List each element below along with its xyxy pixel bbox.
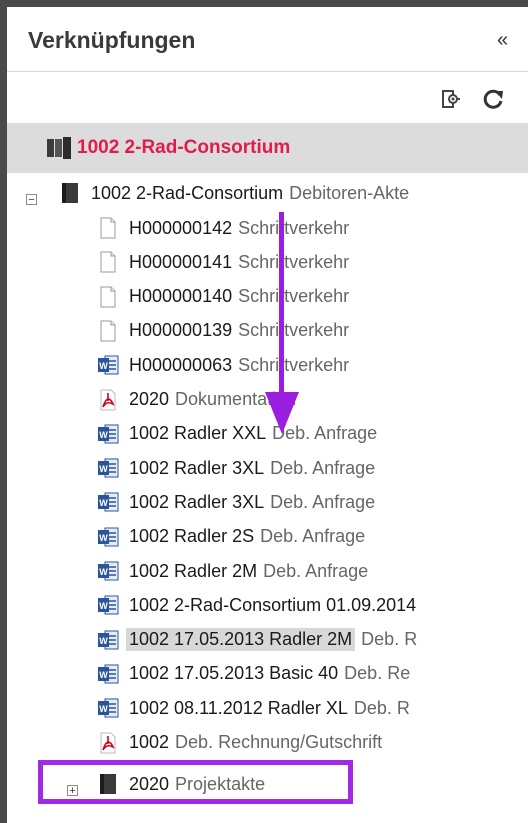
word-icon: W <box>98 527 119 547</box>
item-number: H000000139 <box>129 320 233 341</box>
item-number: H000000141 <box>129 251 233 272</box>
collapse-toggle[interactable]: − <box>26 194 37 206</box>
document-icon <box>100 251 116 273</box>
item-number: H000000140 <box>129 286 233 307</box>
root-node-bar[interactable]: 1002 2-Rad-Consortium <box>7 123 528 173</box>
item-number: 1002 17.05.2013 Radler 2M <box>129 629 353 650</box>
tree-item[interactable]: H000000141 Schriftverkehr <box>97 248 349 276</box>
tree-item[interactable]: W 1002 17.05.2013 Basic 40 Deb. Re <box>97 660 410 688</box>
svg-text:W: W <box>99 533 108 543</box>
word-icon: W <box>98 664 119 684</box>
item-type: Schriftverkehr <box>238 354 350 375</box>
tree-item[interactable]: W 1002 2-Rad-Consortium 01.09.2014 <box>97 591 422 619</box>
item-type: Deb. Anfrage <box>270 491 376 512</box>
svg-text:W: W <box>99 498 108 508</box>
svg-text:W: W <box>99 636 108 646</box>
tree-node-debitoren-akte[interactable]: 1002 2-Rad-Consortium Debitoren-Akte <box>59 179 409 207</box>
pdf-icon <box>100 732 116 753</box>
binder-icon <box>62 183 78 203</box>
panel-header: Verknüpfungen « <box>7 7 528 72</box>
item-type: Deb. R <box>361 629 418 650</box>
collapse-button[interactable]: « <box>497 29 508 52</box>
pdf-icon <box>100 389 116 410</box>
svg-text:W: W <box>99 567 108 577</box>
binder-icon <box>47 137 71 159</box>
annotation-highlight-box <box>38 760 353 804</box>
item-number: 1002 Radler 3XL <box>129 457 265 478</box>
tree-item[interactable]: W 1002 08.11.2012 Radler XL Deb. R <box>97 694 410 722</box>
item-type: Deb. R <box>353 697 410 718</box>
refresh-icon[interactable] <box>481 87 505 111</box>
svg-text:W: W <box>99 670 108 680</box>
tree-item[interactable]: H000000140 Schriftverkehr <box>97 283 349 311</box>
item-number: 1002 Radler XXL <box>129 423 267 444</box>
item-type: Schriftverkehr <box>238 320 350 341</box>
tree-item[interactable]: H000000139 Schriftverkehr <box>97 317 349 345</box>
svg-text:W: W <box>99 430 108 440</box>
document-icon <box>100 286 116 308</box>
document-icon <box>100 320 116 342</box>
svg-text:W: W <box>99 361 108 371</box>
tree-item[interactable]: W 1002 Radler 2S Deb. Anfrage <box>97 523 365 551</box>
word-icon: W <box>98 698 119 718</box>
item-type: Deb. Anfrage <box>270 457 376 478</box>
item-number: 1002 Radler 3XL <box>129 491 265 512</box>
svg-text:W: W <box>99 464 108 474</box>
item-number: 1002 Radler 2M <box>129 560 258 581</box>
item-number: 1002 2-Rad-Consortium 01.09.2014 <box>129 594 417 615</box>
svg-text:W: W <box>99 601 108 611</box>
node-type: Debitoren-Akte <box>289 182 410 203</box>
item-number: 1002 <box>129 732 170 752</box>
word-icon: W <box>98 595 119 615</box>
tree-item[interactable]: W 1002 Radler XXL Deb. Anfrage <box>97 420 377 448</box>
item-number: 2020 <box>129 389 170 409</box>
tree-item[interactable]: H000000142 Schriftverkehr <box>97 214 349 242</box>
item-type: Schriftverkehr <box>238 217 350 238</box>
item-type: Schriftverkehr <box>238 251 350 272</box>
tree-item[interactable]: 1002 Deb. Rechnung/Gutschrift <box>97 729 382 757</box>
item-type: Deb. Rechnung/Gutschrift <box>175 732 383 752</box>
item-number: 1002 Radler 2S <box>129 526 255 547</box>
tree-item[interactable]: W 1002 Radler 3XL Deb. Anfrage <box>97 454 375 482</box>
document-icon <box>100 217 116 239</box>
item-type: Schriftverkehr <box>238 286 350 307</box>
settings-icon[interactable] <box>437 87 461 111</box>
word-icon: W <box>98 458 119 478</box>
annotation-arrow-head <box>265 392 299 434</box>
item-type: Deb. Anfrage <box>263 560 369 581</box>
svg-text:W: W <box>99 704 108 714</box>
word-icon: W <box>98 355 119 375</box>
item-number: H000000142 <box>129 217 233 238</box>
word-icon: W <box>98 630 119 650</box>
tree-item[interactable]: W 1002 17.05.2013 Radler 2M Deb. R <box>97 626 417 654</box>
item-number: H000000063 <box>129 354 233 375</box>
item-type: Deb. Re <box>344 663 411 684</box>
word-icon: W <box>98 424 119 444</box>
annotation-arrow <box>279 212 284 412</box>
word-icon: W <box>98 492 119 512</box>
tree-item[interactable]: W 1002 Radler 3XL Deb. Anfrage <box>97 488 375 516</box>
word-icon: W <box>98 561 119 581</box>
panel-title: Verknüpfungen <box>28 27 196 53</box>
item-number: 1002 17.05.2013 Basic 40 <box>129 663 339 684</box>
item-number: 1002 08.11.2012 Radler XL <box>129 697 348 718</box>
tree-item[interactable]: W H000000063 Schriftverkehr <box>97 351 349 379</box>
node-number: 1002 2-Rad-Consortium <box>91 182 284 203</box>
root-node-label: 1002 2-Rad-Consortium <box>77 137 291 158</box>
tree-item[interactable]: W 1002 Radler 2M Deb. Anfrage <box>97 557 368 585</box>
item-type: Deb. Anfrage <box>260 526 366 547</box>
